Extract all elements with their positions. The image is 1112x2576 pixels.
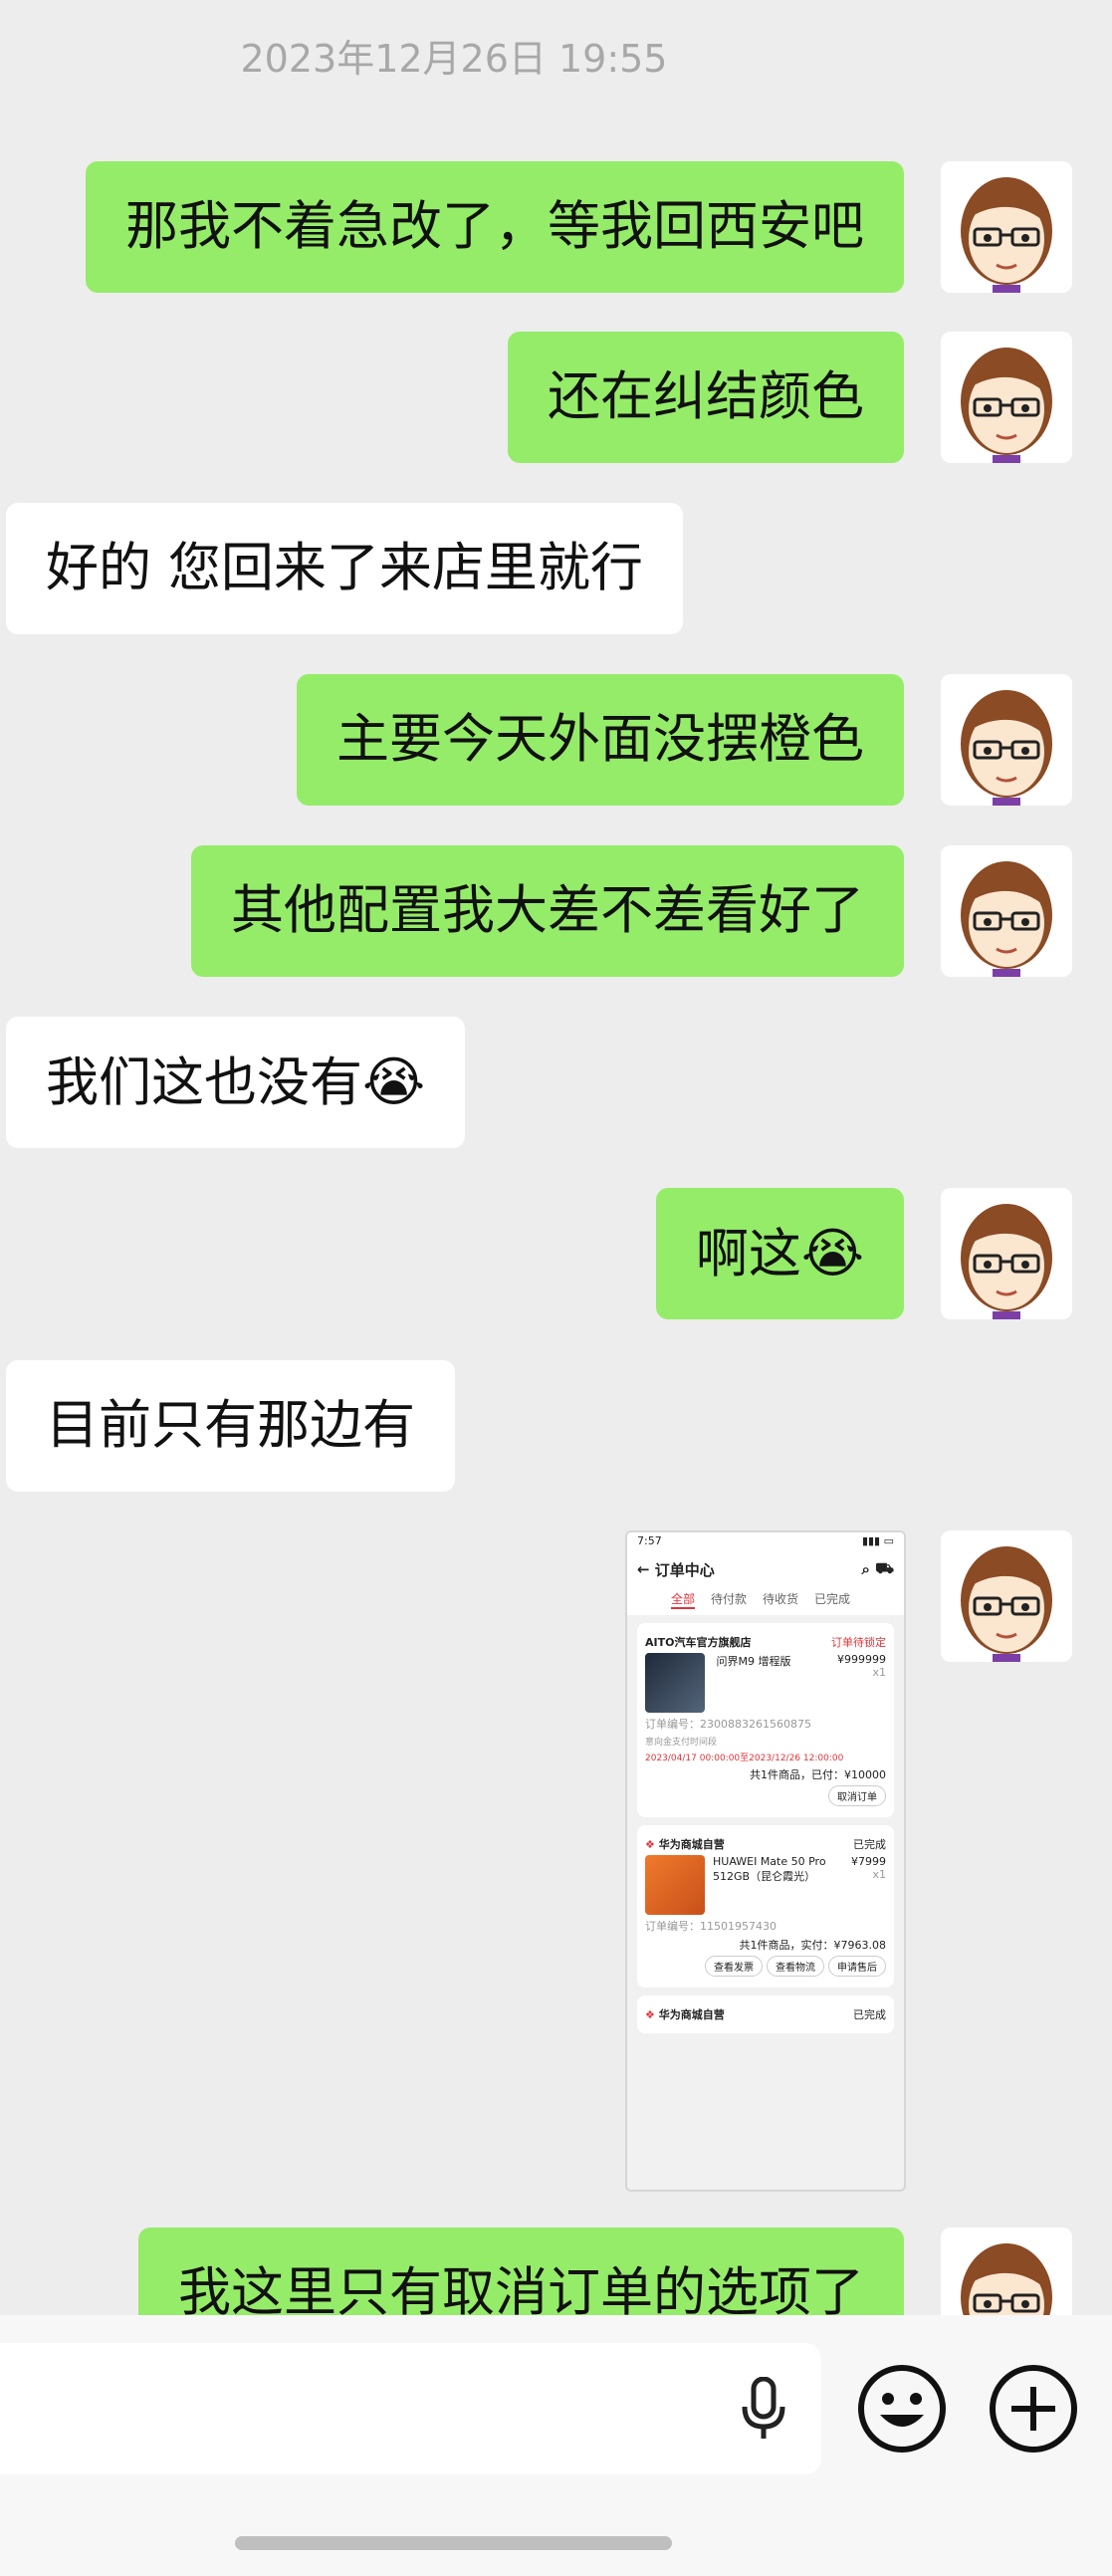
product-qty: x1 [872,1868,886,1881]
order-status: 订单待锁定 [831,1636,886,1649]
product-name: HUAWEI Mate 50 Pro 512GB（昆仑霞光） [713,1855,826,1883]
message-text: 好的 您回来了来店里就行 [46,538,643,598]
message-bubble-outgoing[interactable]: 啊这😭 [655,1188,904,1319]
message-text: 那我不着急改了，等我回西安吧 [125,196,864,257]
product-name: 问界M9 增程版 [716,1655,791,1668]
order-card: AITO汽车官方旗舰店 订单待锁定 问界M9 增程版 ¥999999 x1 订单… [637,1623,894,1817]
order-card: ❖ 华为商城自营 已完成 [637,1995,894,2033]
avatar-face-icon [941,161,1072,293]
order-summary: 共1件商品，已付：¥10000 [750,1768,886,1781]
screenshot-title: 订单中心 [654,1560,715,1579]
store-name: AITO汽车官方旗舰店 [645,1636,752,1649]
image-message-order-screenshot[interactable]: 7:57 ▮▮▮ ▭ ← 订单中心 ⌕ ⛟ 全部 待付款 待收货 已完成 AIT… [625,1530,906,2192]
message-bubble-outgoing[interactable]: 主要今天外面没摆橙色 [297,674,904,806]
microphone-icon[interactable] [739,2377,788,2441]
message-bubble-outgoing[interactable]: 我这里只有取消订单的选项了 [138,2227,904,2315]
screenshot-status-bar: 7:57 ▮▮▮ ▭ [627,1532,904,1554]
user-avatar[interactable] [941,1188,1072,1319]
user-avatar[interactable] [941,1530,1072,1662]
message-text: 目前只有那边有 [46,1395,415,1456]
tab-all: 全部 [671,1590,696,1609]
huawei-logo-icon: ❖ [645,1838,655,1851]
order-status: 已完成 [853,2008,886,2021]
plus-circle-icon[interactable] [988,2363,1079,2455]
input-bar [0,2315,1112,2576]
message-text: 啊这 [695,1224,801,1285]
tab-pending-receipt: 待收货 [763,1592,799,1606]
avatar-face-icon [941,2227,1072,2315]
avatar-face-icon [941,332,1072,463]
user-avatar[interactable] [941,332,1072,463]
user-avatar[interactable] [941,674,1072,806]
pay-window: 2023/04/17 00:00:00至2023/12/26 12:00:00 [645,1754,844,1763]
message-input[interactable] [0,2343,821,2474]
cancel-order-button: 取消订单 [828,1785,886,1806]
chat-area[interactable]: 2023年12月26日 19:55 那我不着急改了，等我回西安吧 还在纠结颜色 … [0,0,1112,2315]
pay-window-label: 意向金支付时间段 [645,1738,718,1748]
order-number: 2300883261560875 [700,1718,811,1731]
cart-icon: ⛟ [875,1559,894,1577]
view-invoice-button: 查看发票 [705,1956,763,1977]
product-price: ¥7999 [851,1855,886,1868]
message-text: 还在纠结颜色 [548,366,864,427]
store-name: 华为商城自营 [658,1838,725,1851]
car-thumbnail [645,1653,705,1713]
view-logistics-button: 查看物流 [767,1956,824,1977]
order-card: ❖ 华为商城自营 已完成 HUAWEI Mate 50 Pro 512GB（昆仑… [637,1825,894,1988]
order-number-label: 订单编号： [645,1718,700,1731]
avatar-face-icon [941,1188,1072,1319]
order-summary: 共1件商品，实付：¥7963.08 [739,1939,886,1952]
message-bubble-outgoing[interactable]: 还在纠结颜色 [508,332,904,463]
store-name: 华为商城自营 [658,2008,725,2021]
message-timestamp: 2023年12月26日 19:55 [240,37,668,81]
message-text: 其他配置我大差不差看好了 [231,880,864,941]
order-number: 11501957430 [700,1920,777,1933]
avatar-face-icon [941,845,1072,977]
avatar-face-icon [941,1530,1072,1662]
product-price: ¥999999 [837,1653,886,1666]
message-bubble-outgoing[interactable]: 那我不着急改了，等我回西安吧 [86,161,904,293]
huawei-logo-icon: ❖ [645,2008,655,2021]
user-avatar[interactable] [941,161,1072,293]
crying-laughing-emoji-icon: 😭 [800,1222,864,1285]
message-bubble-incoming[interactable]: 我们这也没有😭 [6,1017,466,1148]
screenshot-time: 7:57 [637,1534,662,1547]
search-icon: ⌕ [861,1560,876,1578]
screenshot-tabs: 全部 待付款 待收货 已完成 [627,1584,904,1615]
message-bubble-incoming[interactable]: 好的 您回来了来店里就行 [6,503,683,634]
message-text: 我们这也没有 [46,1053,362,1113]
signal-battery-icon: ▮▮▮ ▭ [861,1534,894,1547]
smiley-icon[interactable] [856,2363,948,2455]
tab-completed: 已完成 [814,1592,851,1606]
order-number-label: 订单编号： [645,1920,700,1933]
order-status: 已完成 [853,1838,886,1851]
home-indicator[interactable] [235,2536,672,2550]
screenshot-header: ← 订单中心 ⌕ ⛟ [627,1554,904,1584]
after-sales-button: 申请售后 [828,1956,886,1977]
avatar-face-icon [941,674,1072,806]
user-avatar[interactable] [941,845,1072,977]
message-text: 主要今天外面没摆橙色 [336,709,864,770]
phone-thumbnail [645,1855,705,1915]
message-text: 我这里只有取消订单的选项了 [178,2262,864,2315]
tab-pending-payment: 待付款 [711,1592,748,1606]
user-avatar[interactable] [941,2227,1072,2315]
message-bubble-outgoing[interactable]: 其他配置我大差不差看好了 [191,845,904,977]
crying-laughing-emoji-icon: 😭 [362,1051,426,1113]
product-qty: x1 [872,1666,886,1679]
back-arrow-icon: ← [637,1560,655,1578]
message-bubble-incoming[interactable]: 目前只有那边有 [6,1360,455,1492]
